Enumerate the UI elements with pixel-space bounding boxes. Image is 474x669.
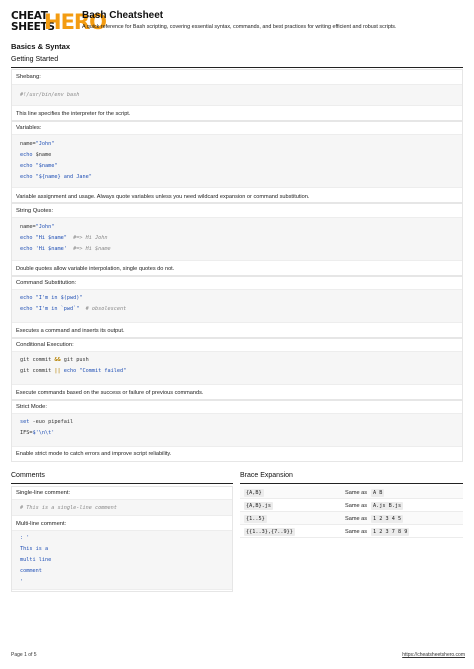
code-line: git commit && git push	[20, 357, 89, 363]
code-block: git commit && git push git commit || ech…	[12, 351, 462, 385]
table-row: {{1..3},{7..9}} Same as 1 2 3 7 8 9	[240, 525, 463, 538]
code-line: IFS=$'\n\t'	[20, 430, 55, 436]
divider	[11, 67, 463, 68]
page-number: Page 1 of 5	[11, 652, 37, 658]
same-as-label: Same as	[345, 502, 368, 509]
brace-result: A.js B.js	[371, 502, 404, 510]
card-strict-mode: Strict Mode: set -euo pipefail IFS=$'\n\…	[11, 400, 463, 462]
page-header: CHEAT SHEETS HERO Bash Cheatsheet A quic…	[11, 10, 466, 36]
same-as-label: Same as	[345, 489, 368, 496]
card-description: Enable strict mode to catch errors and i…	[16, 451, 172, 457]
brace-expr: {A,B}	[244, 489, 264, 497]
code-line: echo "Hi $name" #=> Hi John	[20, 235, 108, 241]
code-line: name="John"	[20, 224, 55, 230]
code-line: echo $name	[20, 152, 52, 158]
card-label: Conditional Execution:	[16, 342, 74, 348]
card-conditional-execution: Conditional Execution: git commit && git…	[11, 338, 463, 400]
divider	[11, 483, 233, 484]
code-line: This is a	[20, 546, 49, 552]
card-label: Single-line comment:	[16, 490, 71, 496]
section-title-comments: Comments	[11, 472, 45, 479]
page-title: Bash Cheatsheet	[82, 10, 164, 21]
brace-result: 1 2 3 7 8 9	[371, 528, 410, 536]
same-as-label: Same as	[345, 515, 368, 522]
card-description: Double quotes allow variable interpolati…	[16, 266, 175, 272]
code-block: echo "I'm in $(pwd)" echo "I'm in `pwd`"…	[12, 289, 462, 323]
code-line: echo "I'm in $(pwd)"	[20, 295, 83, 301]
code-line: comment	[20, 568, 42, 574]
card-variables: Variables: name="John" echo $name echo "…	[11, 121, 463, 203]
code-line: # This is a single-line comment	[20, 505, 117, 511]
card-description: Execute commands based on the success or…	[16, 390, 204, 396]
brace-expr: {A,B}.js	[244, 502, 273, 510]
divider	[240, 483, 463, 484]
code-line: git commit || echo "Commit failed"	[20, 368, 127, 374]
table-row: {1..5} Same as 1 2 3 4 5	[240, 512, 463, 525]
code-line: #!/usr/bin/env bash	[20, 92, 80, 98]
code-block: # This is a single-line comment	[12, 499, 232, 516]
cheatsheets-hero-logo[interactable]: CHEAT SHEETS HERO	[11, 11, 107, 35]
card-label: String Quotes:	[16, 208, 54, 214]
card-label: Shebang:	[16, 74, 41, 80]
section-title-basics: Basics & Syntax	[11, 42, 71, 51]
code-line: name="John"	[20, 141, 55, 147]
code-block: name="John" echo "Hi $name" #=> Hi John …	[12, 217, 462, 261]
code-block: #!/usr/bin/env bash	[12, 84, 462, 106]
table-row: {A,B} Same as A B	[240, 486, 463, 499]
card-shebang: Shebang: #!/usr/bin/env bash This line s…	[11, 69, 463, 121]
code-block: : ' This is a multi line comment '	[12, 530, 232, 590]
code-line: '	[20, 579, 24, 585]
code-block: name="John" echo $name echo "$name" echo…	[12, 134, 462, 188]
code-line: echo 'Hi $name' #=> Hi $name	[20, 246, 111, 252]
code-line: echo "${name} and Jane"	[20, 174, 92, 180]
code-line: multi line	[20, 557, 52, 563]
brace-result: 1 2 3 4 5	[371, 515, 404, 523]
card-label: Variables:	[16, 125, 42, 131]
code-line: echo "$name"	[20, 163, 58, 169]
table-row: {A,B}.js Same as A.js B.js	[240, 499, 463, 512]
code-block: set -euo pipefail IFS=$'\n\t'	[12, 413, 462, 447]
code-line: set -euo pipefail	[20, 419, 74, 425]
card-label: Strict Mode:	[16, 404, 47, 410]
card-description: This line specifies the interpreter for …	[16, 111, 131, 117]
brace-expr: {{1..3},{7..9}}	[244, 528, 295, 536]
brace-table: {A,B} Same as A B {A,B}.js Same as A.js …	[240, 486, 463, 542]
card-description: Executes a command and inserts its outpu…	[16, 328, 125, 334]
brace-expr: {1..5}	[244, 515, 267, 523]
card-command-substitution: Command Substitution: echo "I'm in $(pwd…	[11, 276, 463, 338]
card-string-quotes: String Quotes: name="John" echo "Hi $nam…	[11, 203, 463, 276]
card-description: Variable assignment and usage. Always qu…	[16, 194, 310, 200]
same-as-label: Same as	[345, 528, 368, 535]
card-label: Multi-line comment:	[16, 521, 67, 527]
section-title-brace-expansion: Brace Expansion	[240, 472, 293, 479]
code-line: echo "I'm in `pwd`" # obsolescent	[20, 306, 127, 312]
subsection-title-getting-started: Getting Started	[11, 56, 59, 63]
card-label: Command Substitution:	[16, 280, 77, 286]
brace-result: A B	[371, 489, 385, 497]
card-comments: Single-line comment: # This is a single-…	[11, 486, 233, 592]
page-subtitle: A quick reference for Bash scripting, co…	[82, 24, 397, 30]
site-link[interactable]: https://cheatsheetshero.com	[402, 652, 465, 658]
code-line: : '	[20, 535, 30, 541]
